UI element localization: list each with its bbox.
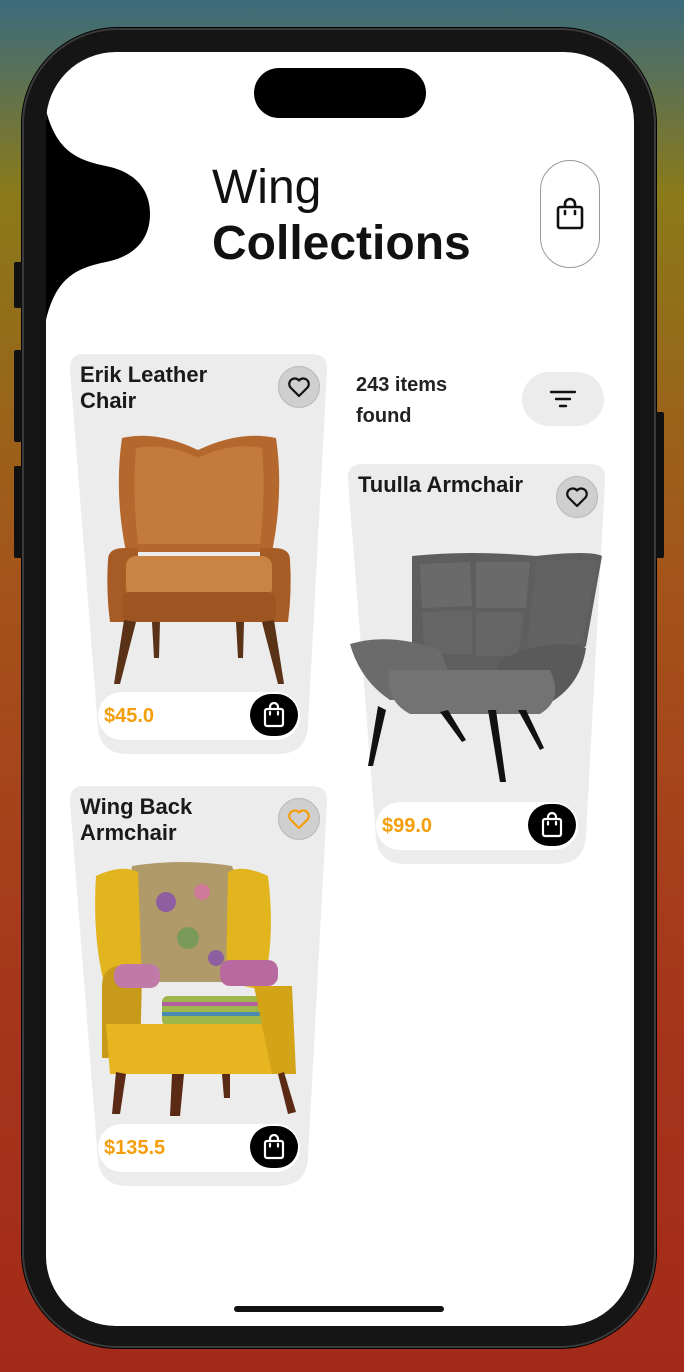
page-title-line1: Wing: [212, 161, 322, 214]
chevron-right-icon: [118, 305, 129, 323]
price-bar: $135.5: [98, 1124, 300, 1172]
add-to-cart-button[interactable]: [528, 804, 576, 846]
leather-chair-image: [107, 435, 291, 684]
back-button-label: Back: [66, 283, 93, 343]
favorite-button[interactable]: [278, 798, 320, 840]
heart-icon: [566, 487, 588, 508]
product-card[interactable]: Wing Back Armchair $135.5: [68, 784, 330, 1188]
product-name: Wing Back Armchair: [80, 794, 193, 845]
product-name: Tuulla Armchair: [358, 472, 524, 497]
phone-volume-down-button: [14, 466, 22, 558]
home-indicator[interactable]: [234, 1306, 444, 1312]
shopping-bag-icon: [541, 811, 563, 838]
product-card[interactable]: Erik Leather Chair $45.0: [68, 352, 330, 756]
product-card[interactable]: Tuulla Armchair $99.0: [346, 462, 608, 866]
items-found-count: 243 items found: [356, 374, 448, 427]
shopping-bag-icon: [263, 701, 285, 728]
cart-button[interactable]: [540, 160, 600, 268]
heart-icon: [288, 377, 310, 398]
product-price: $99.0: [382, 815, 433, 837]
shopping-bag-icon: [556, 197, 584, 230]
favorite-button[interactable]: [278, 366, 320, 408]
add-to-cart-button[interactable]: [250, 694, 298, 736]
price-bar: $45.0: [98, 692, 300, 740]
filter-icon: [549, 390, 577, 408]
back-button[interactable]: Back: [46, 152, 150, 343]
add-to-cart-button[interactable]: [250, 1126, 298, 1168]
shopping-bag-icon: [263, 1133, 285, 1160]
heart-icon: [288, 809, 310, 830]
product-price: $45.0: [104, 705, 155, 727]
filter-button[interactable]: [522, 372, 604, 426]
app-screen: Back Wing Collections 243 items found Er…: [46, 52, 634, 1326]
page-title-line2: Collections: [212, 217, 471, 270]
phone-power-button: [656, 412, 664, 558]
favorite-button[interactable]: [556, 476, 598, 518]
price-bar: $99.0: [376, 802, 578, 850]
product-name: Erik Leather Chair: [80, 362, 208, 413]
patchwork-wingback-chair-image: [95, 862, 296, 1116]
dynamic-island: [254, 68, 426, 118]
phone-mute-button: [14, 262, 22, 308]
product-price: $135.5: [104, 1137, 166, 1159]
gray-armchair-image: [350, 553, 602, 782]
phone-volume-up-button: [14, 350, 22, 442]
